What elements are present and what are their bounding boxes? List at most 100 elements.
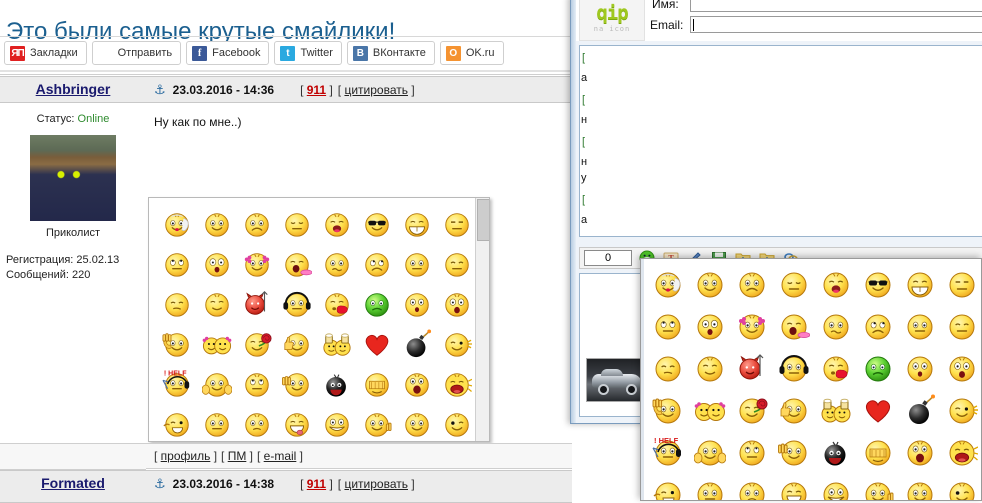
smiley-sad-small[interactable]: [237, 404, 277, 442]
smiley-shocked[interactable]: [437, 284, 477, 324]
smiley-happy[interactable]: [689, 263, 731, 305]
smiley-picker-popup[interactable]: ! HELF: [640, 258, 982, 501]
smiley-confused[interactable]: [815, 305, 857, 347]
email-field[interactable]: [690, 16, 982, 33]
smiley-girl-flowers[interactable]: [731, 305, 773, 347]
smiley-silly-tongue[interactable]: [773, 473, 815, 501]
smiley-whisper[interactable]: [647, 473, 689, 501]
smiley-cheers-beer[interactable]: [317, 324, 357, 364]
smiley-thinking[interactable]: [157, 284, 197, 324]
smiley-ohno[interactable]: [397, 284, 437, 324]
smiley-hi-wave[interactable]: [357, 404, 397, 442]
smiley-yawn-pink[interactable]: [277, 244, 317, 284]
smiley-shocked[interactable]: [941, 347, 982, 389]
smiley-meh[interactable]: [397, 244, 437, 284]
smiley-unamused[interactable]: [437, 204, 477, 244]
smiley-smile[interactable]: [899, 473, 941, 501]
smiley-thumbs-up[interactable]: [277, 324, 317, 364]
smiley-rose[interactable]: [731, 389, 773, 431]
smiley-wink-shake[interactable]: [437, 324, 477, 364]
smiley-bomb-black[interactable]: [815, 431, 857, 473]
smiley-heart[interactable]: [357, 324, 397, 364]
quote-link[interactable]: цитировать: [344, 477, 408, 491]
smiley-innocent[interactable]: [237, 364, 277, 404]
smiley-laugh[interactable]: [317, 204, 357, 244]
smiley-whisper[interactable]: [157, 404, 197, 442]
smiley-green-sick[interactable]: [357, 284, 397, 324]
author-name-link[interactable]: Formated: [0, 471, 146, 495]
share-button-send[interactable]: ✉ Отправить: [92, 41, 182, 65]
smiley-angel[interactable]: [647, 263, 689, 305]
smiley-eyeroll[interactable]: [357, 244, 397, 284]
smiley-help-call[interactable]: ! HELF: [647, 431, 689, 473]
smiley-scream[interactable]: [397, 364, 437, 404]
smiley-hi-wave[interactable]: [857, 473, 899, 501]
smiley-shout[interactable]: [941, 431, 982, 473]
smiley-ohno[interactable]: [899, 347, 941, 389]
smiley-clap[interactable]: [277, 364, 317, 404]
smiley-sad[interactable]: [237, 204, 277, 244]
smiley-headphones[interactable]: [773, 347, 815, 389]
smiley-thumbs-up[interactable]: [773, 389, 815, 431]
smiley-wave-hand[interactable]: [647, 389, 689, 431]
share-button-ok[interactable]: О OK.ru: [440, 41, 504, 65]
smiley-scream[interactable]: [899, 431, 941, 473]
smiley-heart[interactable]: [857, 389, 899, 431]
smiley-bomb[interactable]: [397, 324, 437, 364]
smiley-eyeroll[interactable]: [857, 305, 899, 347]
smiley-shy-smile[interactable]: [689, 347, 731, 389]
post-number-link[interactable]: 911: [307, 83, 326, 97]
smiley-cool[interactable]: [857, 263, 899, 305]
smiley-sad[interactable]: [731, 263, 773, 305]
smiley-girl-flowers[interactable]: [237, 244, 277, 284]
smiley-bored[interactable]: [941, 305, 982, 347]
smiley-wink-shake[interactable]: [941, 389, 982, 431]
email-link[interactable]: e-mail: [264, 449, 297, 463]
counter-field[interactable]: 0: [584, 250, 632, 266]
smiley-rolleyes[interactable]: [647, 305, 689, 347]
profile-link[interactable]: профиль: [161, 449, 211, 463]
smiley-unamused[interactable]: [941, 263, 982, 305]
anchor-icon[interactable]: ⚓: [154, 476, 166, 492]
attachment-thumbnail[interactable]: [586, 358, 648, 402]
smiley-big-smile[interactable]: [317, 404, 357, 442]
smiley-innocent[interactable]: [731, 431, 773, 473]
smiley-blink[interactable]: [437, 404, 477, 442]
smiley-two-girls[interactable]: [689, 389, 731, 431]
author-name-link[interactable]: Ashbringer: [0, 77, 146, 101]
smiley-hug[interactable]: [689, 431, 731, 473]
smiley-yawn-pink[interactable]: [773, 305, 815, 347]
smiley-wave-hand[interactable]: [157, 324, 197, 364]
smiley-help-call[interactable]: ! HELF: [157, 364, 197, 404]
smiley-headphones[interactable]: [277, 284, 317, 324]
smiley-devil[interactable]: [731, 347, 773, 389]
smiley-cheers-beer[interactable]: [815, 389, 857, 431]
smiley-cool[interactable]: [357, 204, 397, 244]
quote-link[interactable]: цитировать: [344, 83, 408, 97]
smiley-sleepy[interactable]: [277, 204, 317, 244]
name-field[interactable]: [690, 0, 982, 12]
smiley-surprised[interactable]: [689, 305, 731, 347]
smiley-bomb[interactable]: [899, 389, 941, 431]
smiley-green-sick[interactable]: [857, 347, 899, 389]
share-button-twitter[interactable]: t Twitter: [274, 41, 341, 65]
smiley-two-girls[interactable]: [197, 324, 237, 364]
smiley-thinking[interactable]: [647, 347, 689, 389]
smiley-shy-smile[interactable]: [197, 284, 237, 324]
smiley-silly-tongue[interactable]: [277, 404, 317, 442]
smiley-sad-small[interactable]: [731, 473, 773, 501]
smiley-hug[interactable]: [197, 364, 237, 404]
smiley-rolleyes[interactable]: [157, 244, 197, 284]
smiley-grin[interactable]: [397, 204, 437, 244]
smiley-meh[interactable]: [899, 305, 941, 347]
smiley-kiss-blow[interactable]: [317, 284, 357, 324]
smiley-bomb-black[interactable]: [317, 364, 357, 404]
smiley-confused[interactable]: [317, 244, 357, 284]
scrollbar-thumb[interactable]: [477, 199, 490, 241]
smiley-neutral[interactable]: [689, 473, 731, 501]
pm-link[interactable]: ПМ: [228, 449, 247, 463]
smiley-clap[interactable]: [773, 431, 815, 473]
smiley-smile[interactable]: [397, 404, 437, 442]
smiley-facepalm[interactable]: [357, 364, 397, 404]
smiley-angel[interactable]: [157, 204, 197, 244]
